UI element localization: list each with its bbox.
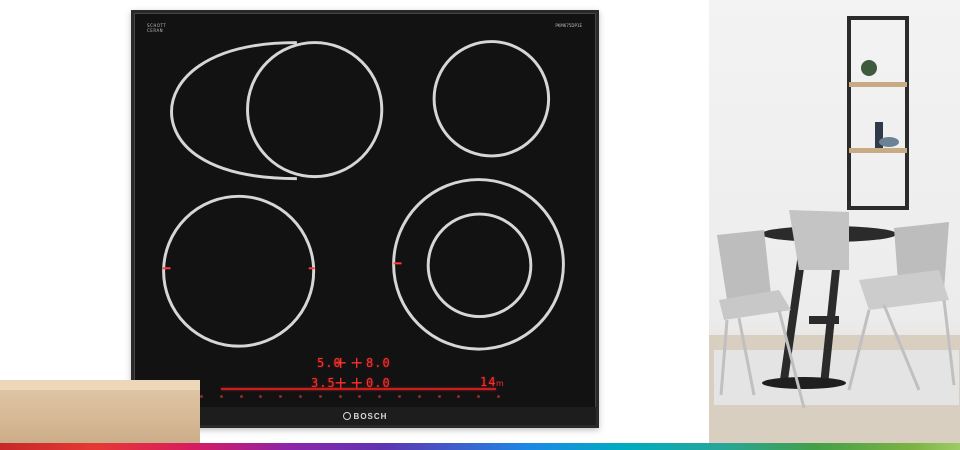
glass-badge: SCHOTT CERAN (147, 23, 181, 33)
oval-zone-outer (170, 41, 297, 181)
bosch-logo-icon (342, 412, 351, 420)
bottom-right-zone-outer (392, 178, 565, 351)
ceramic-cooktop: SCHOTT CERAN PKM675DP1E 5.0 + + 8.0 3.5 … (131, 10, 599, 428)
plant-icon (861, 60, 877, 76)
timer-display: 14 (480, 375, 497, 389)
control-dot (200, 395, 203, 398)
control-dot (457, 395, 461, 398)
control-dot (477, 395, 481, 398)
control-dot (259, 395, 263, 398)
control-dot (496, 395, 500, 398)
glass-badge-line2: CERAN (147, 28, 164, 33)
oval-zone-inner (246, 41, 384, 179)
zone-marker (393, 262, 402, 265)
shelf-board (849, 148, 907, 153)
table-foot (762, 377, 846, 389)
shelf-frame (847, 16, 909, 210)
display-top-right: 8.0 (366, 356, 391, 370)
model-label: PKM675DP1E (555, 23, 582, 28)
bottom-right-zone-inner (426, 212, 533, 319)
display-plus-icon[interactable]: + (334, 355, 347, 371)
control-dot (437, 395, 441, 398)
chair (789, 210, 849, 270)
control-dot (338, 395, 342, 398)
cooktop-zones (162, 40, 565, 351)
scene-illustration (709, 16, 960, 450)
display-plus-icon[interactable]: + (350, 355, 363, 371)
brand-color-bar (0, 443, 960, 450)
product-image-stage: SCHOTT CERAN PKM675DP1E 5.0 + + 8.0 3.5 … (0, 0, 960, 450)
control-dot (417, 395, 421, 398)
touch-controls-row[interactable] (200, 395, 500, 401)
control-dot (378, 395, 382, 398)
control-dot (397, 395, 401, 398)
bottom-left-zone (162, 194, 316, 348)
control-dot (239, 395, 243, 398)
control-dot (279, 395, 283, 398)
chair-seat (859, 270, 949, 310)
zone-marker (308, 267, 315, 270)
control-dot (318, 395, 322, 398)
brand-strip: BOSCH (134, 407, 596, 425)
bowl (879, 137, 899, 147)
brand-name: BOSCH (353, 411, 388, 421)
zone-marker (162, 267, 171, 270)
chair (717, 230, 771, 300)
timer-unit: m (496, 379, 504, 388)
control-dot (219, 395, 223, 398)
touch-slider-track[interactable] (221, 388, 496, 390)
dining-scene-image (709, 0, 960, 450)
control-dot (298, 395, 302, 398)
shelf-board (849, 82, 907, 87)
control-dot (358, 395, 362, 398)
wood-worktop (0, 380, 200, 450)
top-right-zone (432, 40, 551, 158)
